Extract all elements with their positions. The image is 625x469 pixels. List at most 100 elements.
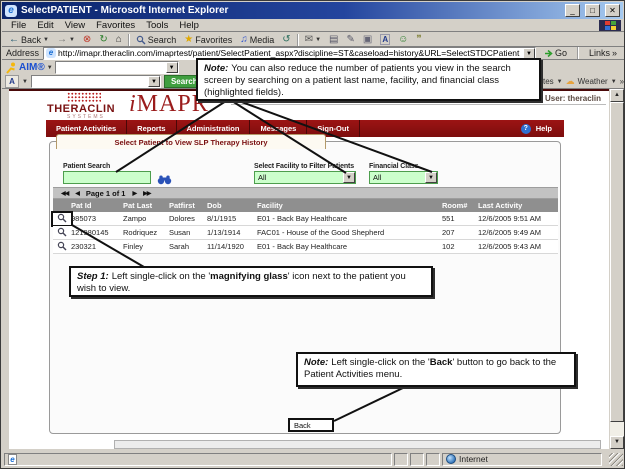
fontsize-button[interactable]: A (376, 33, 394, 46)
minimize-button[interactable]: _ (565, 4, 580, 17)
scrollbar-up-icon[interactable]: ▲ (610, 89, 624, 102)
print-button[interactable]: ▤ (325, 33, 342, 46)
toolbar-more-chevron-icon[interactable]: » (620, 77, 624, 86)
window-title: SelectPATIENT - Microsoft Internet Explo… (21, 5, 560, 16)
next-page-icon[interactable]: ▶ (132, 190, 136, 197)
maximize-button[interactable]: □ (585, 4, 600, 17)
help-icon[interactable]: ? (521, 124, 531, 134)
callout-strong-text: magnifying glass (210, 271, 288, 282)
address-url[interactable]: http://imapr.theraclin.com/imaprtest/pat… (58, 48, 523, 58)
forward-button[interactable]: → ▼ (53, 33, 79, 46)
cell-pat-last: Rodriquez (123, 228, 169, 237)
resize-grip[interactable] (609, 453, 623, 466)
facility-select[interactable]: All ▼ (254, 171, 356, 184)
weather-icon: ☁ (566, 76, 575, 87)
menu-tools[interactable]: Tools (141, 20, 173, 31)
header-last-activity: Last Activity (478, 201, 558, 210)
media-button[interactable]: ♫ Media (236, 33, 278, 46)
first-page-icon[interactable]: ◀◀ (61, 190, 68, 197)
highlighter-icon[interactable]: A (5, 75, 19, 88)
go-button[interactable]: Go (540, 47, 571, 60)
edit-button[interactable]: ✎ (342, 33, 358, 46)
cell-pat-last: Finley (123, 242, 169, 251)
financial-dropdown-icon[interactable]: ▼ (425, 172, 437, 183)
tab-select-patient[interactable]: Select Patient to View SLP Therapy Histo… (56, 134, 326, 149)
menu-edit[interactable]: Edit (32, 20, 58, 31)
search-button-toolbar[interactable]: Search (132, 33, 181, 46)
cell-last-activity: 12/6/2005 9:51 AM (478, 214, 558, 223)
address-dropdown-icon[interactable]: ▼ (523, 48, 535, 59)
row-magnifier-icon[interactable] (53, 227, 71, 239)
weather-label[interactable]: Weather (578, 77, 608, 86)
back-dropdown-icon[interactable]: ▼ (43, 37, 49, 43)
facility-dropdown-icon[interactable]: ▼ (343, 172, 355, 183)
menu-file[interactable]: File (6, 20, 31, 31)
financial-class-select[interactable]: All ▼ (369, 171, 438, 184)
cell-pat-id: 985073 (71, 214, 123, 223)
mail-dropdown-icon[interactable]: ▼ (315, 37, 321, 43)
logo-product-i: i (129, 91, 137, 117)
aim-dropdown-icon[interactable]: ▼ (47, 65, 53, 71)
prev-page-icon[interactable]: ◀ (75, 190, 79, 197)
status-zone-pane: Internet (442, 453, 602, 466)
home-button[interactable]: ⌂ (112, 33, 126, 46)
header-pat-first: Patfirst (169, 201, 207, 210)
links-chevron-icon[interactable]: » (612, 48, 617, 58)
menu-view[interactable]: View (60, 20, 90, 31)
back-button[interactable]: Back (288, 418, 334, 432)
last-page-icon[interactable]: ▶▶ (143, 190, 150, 197)
menu-help[interactable]: Help (174, 20, 204, 31)
help-label[interactable]: Help (536, 124, 552, 133)
history-icon: ↺ (282, 35, 290, 45)
back-button-toolbar[interactable]: ← Back ▼ (5, 33, 53, 46)
favorites-button[interactable]: ★ Favorites (180, 33, 236, 46)
table-row: 121980145 Rodriquez Susan 1/13/1914 FAC0… (53, 226, 558, 240)
menu-favorites[interactable]: Favorites (91, 20, 140, 31)
toolbar-search-combo[interactable]: ▼ (31, 75, 161, 88)
aim-label: AIM® (19, 62, 45, 73)
favorites-icon: ★ (184, 35, 193, 45)
stop-button[interactable]: ⊗ (79, 33, 95, 46)
stop-icon: ⊗ (83, 35, 91, 45)
weather-dropdown-icon[interactable]: ▼ (611, 79, 617, 85)
cell-pat-last: Zampo (123, 214, 169, 223)
close-button[interactable]: ✕ (605, 4, 620, 17)
go-icon (544, 49, 553, 58)
refresh-button[interactable]: ↻ (95, 33, 111, 46)
links-button[interactable]: Links » (585, 47, 621, 60)
document-button[interactable]: ▣ (359, 33, 376, 46)
row-magnifier-icon[interactable] (53, 241, 71, 253)
row-magnifier-icon[interactable] (53, 213, 71, 225)
table-header-row: Pat Id Pat Last Patfirst Dob Facility Ro… (53, 199, 558, 212)
callout-label: Step 1: (77, 271, 109, 282)
nav-help-group[interactable]: ? Help (521, 124, 564, 134)
toolbar-combo-arrow-icon[interactable]: ▼ (148, 76, 160, 87)
cell-room: 551 (442, 214, 478, 223)
discuss-button[interactable]: ❞ (412, 33, 425, 46)
highlighter-dropdown-icon[interactable]: ▼ (22, 79, 28, 85)
scrollbar-thumb[interactable] (610, 102, 624, 422)
back-icon: ← (9, 35, 19, 45)
links-label: Links (589, 48, 610, 58)
menu-bar: File Edit View Favorites Tools Help (2, 19, 625, 32)
mail-button[interactable]: ✉ ▼ (301, 33, 325, 46)
callout-text: Left single-click on the ' (331, 357, 429, 368)
header-room: Room# (442, 201, 478, 210)
aim-combo-arrow-icon[interactable]: ▼ (166, 62, 178, 73)
forward-dropdown-icon[interactable]: ▼ (69, 37, 75, 43)
history-button[interactable]: ↺ (278, 33, 294, 46)
financial-selected-value: All (373, 173, 381, 182)
fragment-dropdown-icon[interactable]: ▼ (557, 79, 563, 85)
table-row: 230321 Finley Sarah 11/14/1920 E01 - Bac… (53, 240, 558, 254)
messenger-icon: ☺ (398, 35, 408, 45)
aim-toolbar: AIM® ▼ ▼ (5, 61, 179, 74)
logo-dots-decoration (67, 92, 101, 103)
forward-icon: → (57, 35, 67, 45)
title-bar: e SelectPATIENT - Microsoft Internet Exp… (2, 2, 623, 19)
patient-search-input[interactable] (63, 171, 151, 184)
messenger-button[interactable]: ☺ (394, 33, 412, 46)
facility-filter-label: Select Facility to Filter Patients (254, 163, 354, 170)
cell-pat-first: Susan (169, 228, 207, 237)
aim-search-combo[interactable]: ▼ (55, 61, 179, 74)
scrollbar-down-icon[interactable]: ▼ (610, 436, 624, 449)
